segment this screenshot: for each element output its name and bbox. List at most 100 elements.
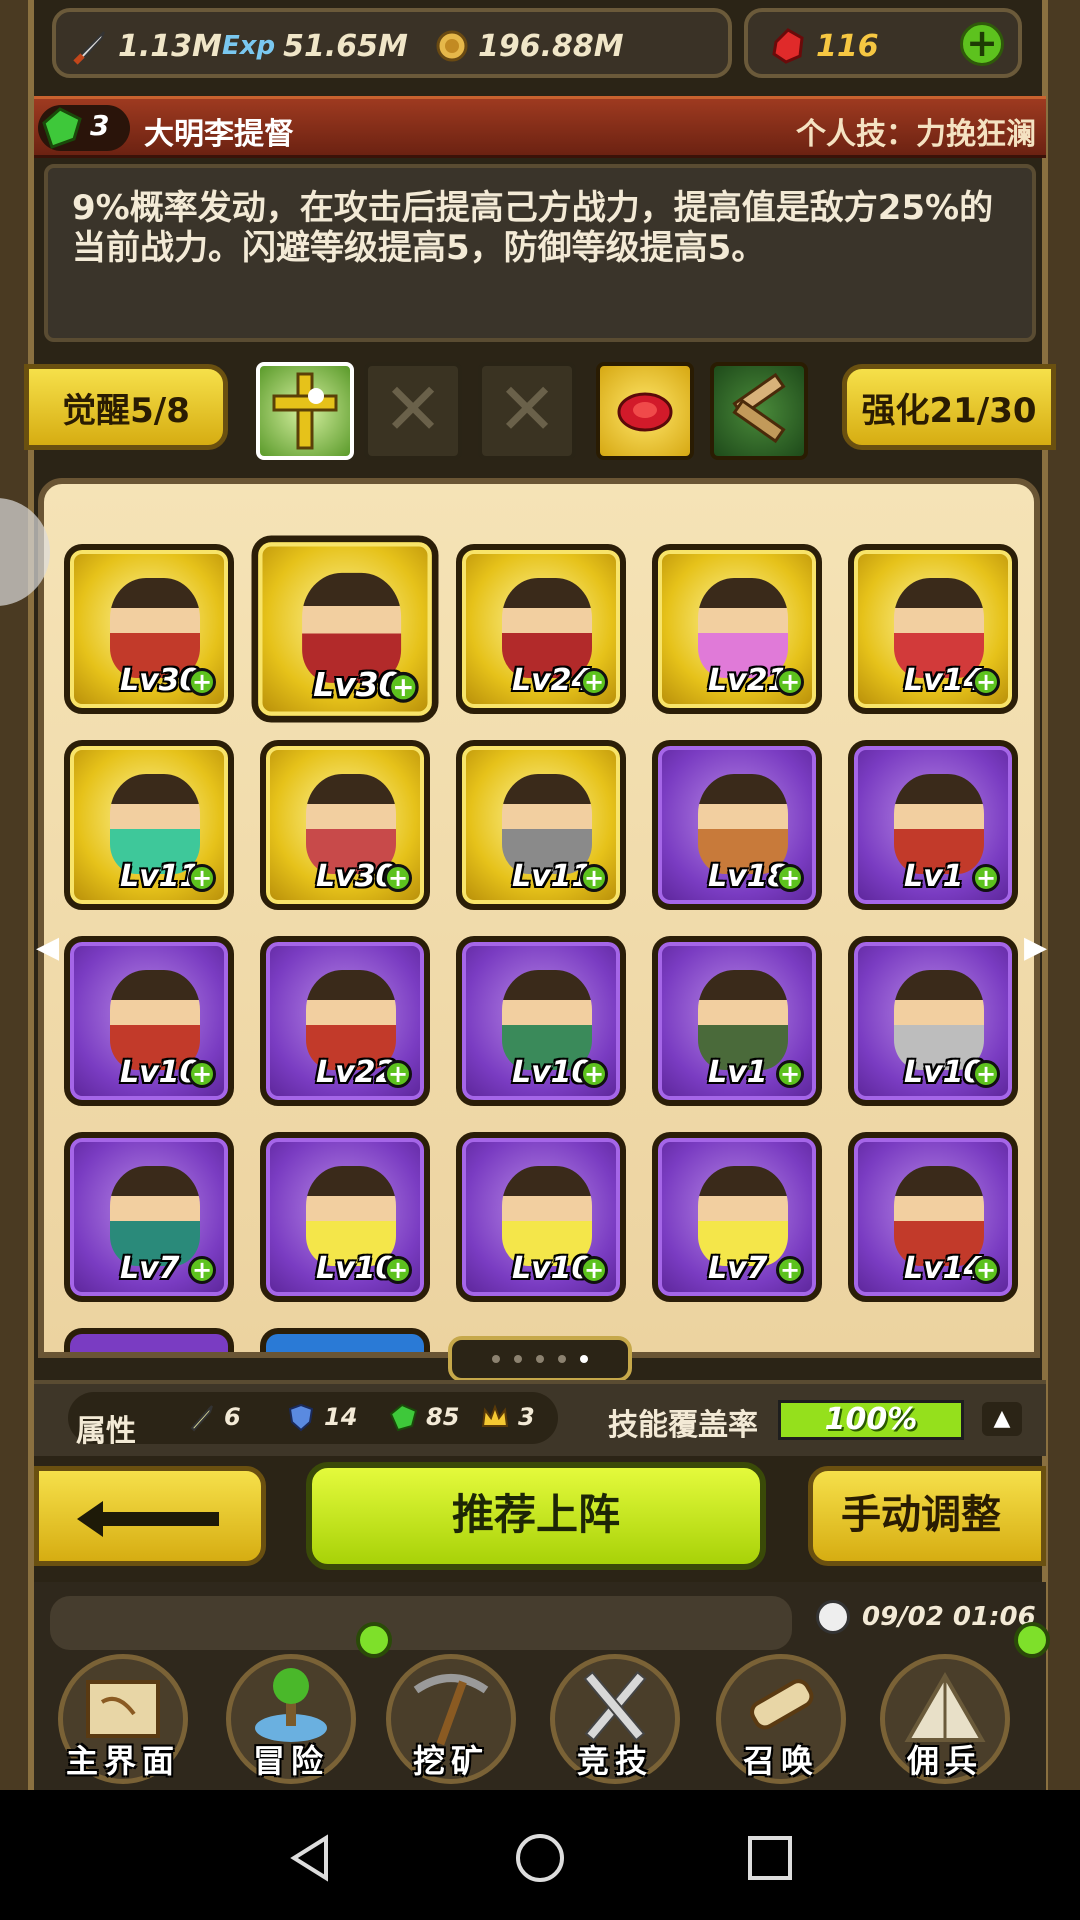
empty-slot-1[interactable]: ✕ — [364, 362, 462, 460]
back-button[interactable] — [34, 1466, 266, 1566]
prev-page-arrow[interactable]: ◀ — [36, 930, 59, 966]
nav-pickaxe[interactable]: 挖矿 — [376, 1644, 526, 1784]
stat-sword-value: 6 — [224, 1403, 241, 1431]
expand-up-arrow[interactable]: ▲ — [982, 1402, 1022, 1436]
hero-header: 3 大明李提督 个人技：力挽狂澜 — [34, 96, 1046, 158]
sword-icon — [190, 1405, 213, 1432]
hero-card[interactable]: Lv14 + — [848, 544, 1018, 714]
hero-level: Lv1 — [904, 859, 964, 894]
system-nav-bar — [0, 1790, 1080, 1920]
hero-card[interactable]: Lv1 + — [652, 936, 822, 1106]
stat-gem: 85 — [388, 1402, 459, 1432]
plus-icon: + — [580, 1060, 608, 1088]
hero-card[interactable]: Lv22 + — [260, 936, 430, 1106]
action-row: 推荐上阵 手动调整 — [34, 1462, 1046, 1572]
skill-description: 9%概率发动，在攻击后提高己方战力，提高值是敌方25%的当前战力。闪避等级提高5… — [44, 164, 1036, 342]
hero-card[interactable]: Lv1 + — [848, 740, 1018, 910]
golden-cross-icon — [272, 372, 338, 450]
nav-crossed-swords[interactable]: 竞技 — [540, 1644, 690, 1784]
resource-bar: 1.13M Exp 51.65M 196.88M — [52, 8, 732, 78]
rank-value: 3 — [90, 109, 110, 142]
nav-scroll-map[interactable]: 主界面 — [48, 1644, 198, 1784]
hero-card[interactable]: Lv21 + — [652, 544, 822, 714]
system-home-icon[interactable] — [512, 1830, 568, 1890]
hero-card[interactable]: Lv7 + — [652, 1132, 822, 1302]
nav-label: 冒险 — [252, 1742, 329, 1780]
plus-icon: + — [972, 864, 1000, 892]
plus-icon: + — [387, 671, 419, 703]
green-gem-icon — [42, 107, 82, 149]
hero-card[interactable]: Lv10 + — [456, 936, 626, 1106]
message-bar[interactable] — [50, 1596, 792, 1650]
hero-card[interactable]: Lv10 + — [848, 936, 1018, 1106]
hero-card[interactable]: Lv11 + — [456, 740, 626, 910]
hero-card[interactable]: Lv7 + — [64, 1132, 234, 1302]
cross-relic-slot[interactable] — [256, 362, 354, 460]
hero-card-partial — [260, 1328, 430, 1352]
nav-tent[interactable]: 佣兵 — [870, 1644, 1020, 1784]
exp-value: 51.65M — [283, 28, 408, 64]
gem-bar: 116 + — [744, 8, 1022, 78]
hero-card[interactable]: Lv10 + — [260, 1132, 430, 1302]
recommend-deploy-button[interactable]: 推荐上阵 — [306, 1462, 766, 1570]
plus-icon: + — [384, 1060, 412, 1088]
hero-card[interactable]: Lv30 + — [251, 535, 439, 723]
plus-icon: + — [188, 1060, 216, 1088]
skill-coverage-label: 技能覆盖率 — [608, 1408, 758, 1443]
ruby-icon — [772, 28, 804, 64]
hero-card[interactable]: Lv30 + — [260, 740, 430, 910]
hero-card[interactable]: Lv10 + — [64, 936, 234, 1106]
next-page-arrow[interactable]: ▶ — [1024, 930, 1047, 966]
hero-card[interactable]: Lv10 + — [456, 1132, 626, 1302]
hero-card[interactable]: Lv11 + — [64, 740, 234, 910]
rose-relic-slot[interactable] — [596, 362, 694, 460]
stat-shield-value: 14 — [324, 1403, 358, 1431]
nav-label: 召唤 — [742, 1742, 819, 1780]
plus-icon: + — [776, 864, 804, 892]
notification-dot — [356, 1622, 392, 1658]
clock-icon — [816, 1600, 850, 1634]
enhance-button[interactable]: 强化21/30 — [842, 364, 1056, 450]
system-back-icon[interactable] — [282, 1830, 338, 1890]
add-gem-button[interactable]: + — [960, 22, 1004, 66]
awaken-button[interactable]: 觉醒5/8 — [24, 364, 228, 450]
hero-level: Lv7 — [708, 1251, 768, 1286]
stat-shield: 14 — [286, 1402, 357, 1432]
plus-icon: + — [188, 668, 216, 696]
nav-island[interactable]: 冒险 — [216, 1644, 366, 1784]
hero-grid-panel: Lv30 + Lv30 + Lv24 + Lv21 + Lv14 + Lv11 + Lv30 + Lv11 +… — [38, 478, 1040, 1358]
plus-icon: + — [776, 668, 804, 696]
stat-crown: 3 — [480, 1402, 535, 1432]
attribute-label: 属性 — [76, 1414, 136, 1449]
page-dot — [536, 1355, 544, 1363]
notification-dot — [1014, 1622, 1050, 1658]
plus-icon: + — [384, 864, 412, 892]
hero-card[interactable]: Lv18 + — [652, 740, 822, 910]
stat-sword: 6 — [186, 1402, 241, 1432]
awaken-row: 觉醒5/8 ✕ ✕ 强化21/30 — [24, 350, 1056, 468]
scroll-relic-slot[interactable] — [710, 362, 808, 460]
game-screen: 1.13M Exp 51.65M 196.88M 116 + 3 大明李提督 个… — [0, 0, 1080, 1790]
hero-card[interactable]: Lv14 + — [848, 1132, 1018, 1302]
hero-card[interactable]: Lv30 + — [64, 544, 234, 714]
exp-resource: Exp 51.65M — [222, 26, 408, 66]
plus-icon: + — [972, 668, 1000, 696]
plus-icon: + — [580, 668, 608, 696]
plus-icon: + — [972, 1256, 1000, 1284]
nav-label: 挖矿 — [412, 1742, 489, 1780]
personal-skill-label: 个人技：力挽狂澜 — [796, 117, 1036, 152]
empty-slot-2[interactable]: ✕ — [478, 362, 576, 460]
skill-coverage-bar: 100% — [778, 1400, 964, 1440]
attribute-bar: 属性 6 14 85 3 技能覆盖率 100% ▲ — [34, 1380, 1046, 1456]
manual-adjust-button[interactable]: 手动调整 — [808, 1466, 1046, 1566]
clock-time: 09/02 01:06 — [862, 1602, 1036, 1632]
page-dot — [514, 1355, 522, 1363]
back-arrow-icon — [77, 1501, 219, 1537]
plus-icon: + — [188, 1256, 216, 1284]
plus-icon: + — [188, 864, 216, 892]
plus-icon: + — [384, 1256, 412, 1284]
system-recents-icon[interactable] — [742, 1830, 798, 1890]
hero-card[interactable]: Lv24 + — [456, 544, 626, 714]
gem-value: 116 — [816, 28, 879, 64]
nav-summon-scroll[interactable]: 召唤 — [706, 1644, 856, 1784]
